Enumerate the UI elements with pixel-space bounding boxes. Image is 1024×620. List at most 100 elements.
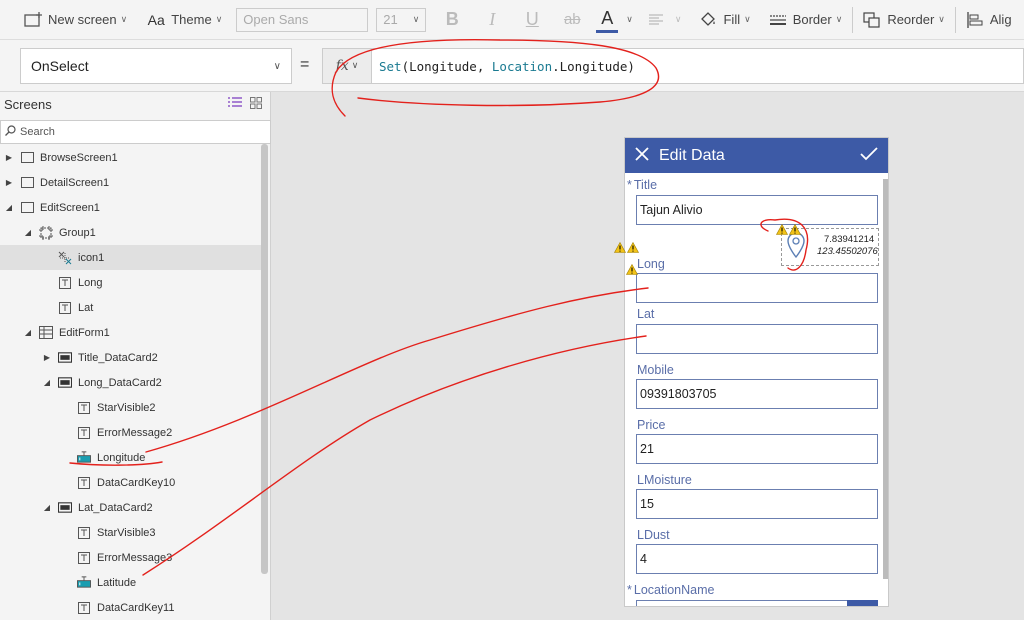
font-color-button[interactable]: A <box>596 7 619 33</box>
tree-item-longitude[interactable]: Longitude <box>0 445 262 470</box>
warning-icon[interactable] <box>627 242 639 253</box>
map-pin-icon[interactable] <box>786 231 806 264</box>
tree-item-lat[interactable]: Lat <box>0 295 262 320</box>
card-icon <box>58 377 72 389</box>
collapse-arrow-icon[interactable]: ◢ <box>23 328 33 337</box>
tree-item-latitude[interactable]: Latitude <box>0 570 262 595</box>
field-label-mobile: Mobile <box>637 363 674 377</box>
field-input-price[interactable]: 21 <box>636 434 878 464</box>
tree-item-editscreen1[interactable]: ◢ EditScreen1 <box>0 195 262 220</box>
latitude-readout: 123.45502076 <box>817 246 878 257</box>
tree-item-title-datacard2[interactable]: ▶ Title_DataCard2 <box>0 345 262 370</box>
tree-item-starvisible2[interactable]: StarVisible2 <box>0 395 262 420</box>
label-icon <box>77 401 91 414</box>
collapse-arrow-icon[interactable]: ◢ <box>4 203 14 212</box>
field-label-long: Long <box>637 257 665 271</box>
textinput-icon <box>77 576 91 589</box>
field-input-locationname[interactable] <box>636 600 878 606</box>
app-header-title: Edit Data <box>659 146 725 164</box>
fx-button[interactable]: fx ∨ <box>322 48 372 84</box>
field-input-title[interactable]: Tajun Alivio <box>636 195 878 225</box>
field-input-long[interactable] <box>636 273 878 303</box>
font-size-select[interactable]: 21 ∨ <box>376 7 427 32</box>
border-button[interactable]: Border ∨ <box>763 0 849 40</box>
tree-item-lat-datacard2[interactable]: ◢ Lat_DataCard2 <box>0 495 262 520</box>
tree-item-label: Long <box>78 276 103 289</box>
field-input-mobile[interactable]: 09391803705 <box>636 379 878 409</box>
field-label-text: Price <box>637 418 666 432</box>
font-family-value: Open Sans <box>243 12 309 27</box>
bold-button[interactable]: B <box>432 9 472 30</box>
tree-item-label: EditScreen1 <box>40 201 100 214</box>
tree-item-errormessage3[interactable]: ErrorMessage3 <box>0 545 262 570</box>
warning-icon[interactable] <box>614 242 626 253</box>
theme-button[interactable]: Aa Theme ∨ <box>141 0 228 40</box>
field-value: Tajun Alivio <box>640 203 703 217</box>
strikethrough-button[interactable]: ab <box>552 11 592 28</box>
tree-item-group1[interactable]: ◢ Group1 <box>0 220 262 245</box>
field-label-text: LMoisture <box>637 473 692 487</box>
tree-item-label: StarVisible3 <box>97 526 156 539</box>
tree-item-starvisible3[interactable]: StarVisible3 <box>0 520 262 545</box>
form-icon <box>39 326 53 339</box>
tree-item-long-datacard2[interactable]: ◢ Long_DataCard2 <box>0 370 262 395</box>
expand-arrow-icon[interactable]: ▶ <box>4 153 14 162</box>
form-scrollbar[interactable] <box>883 179 888 579</box>
tree-item-icon1[interactable]: icon1 <box>0 245 262 270</box>
tree-scrollbar[interactable] <box>261 144 268 574</box>
tree-item-long[interactable]: Long <box>0 270 262 295</box>
chevron-down-icon: ∨ <box>273 60 281 72</box>
new-screen-button[interactable]: New screen ∨ <box>18 0 133 40</box>
theme-icon: Aa <box>147 11 165 28</box>
tree-item-browsescreen1[interactable]: ▶ BrowseScreen1 <box>0 145 262 170</box>
chevron-down-icon[interactable]: ∨ <box>626 14 633 25</box>
property-value: OnSelect <box>31 58 89 74</box>
control-tree: ▶ BrowseScreen1 ▶ DetailScreen1 ◢ EditScreen1… <box>0 145 262 620</box>
underline-button[interactable]: U <box>512 9 552 30</box>
tree-item-label: Group1 <box>59 226 96 239</box>
warning-icon[interactable] <box>776 224 788 235</box>
italic-button[interactable]: I <box>472 9 512 30</box>
list-view-icon[interactable] <box>228 96 242 112</box>
tree-search-input[interactable]: Search <box>0 120 271 144</box>
location-dropdown-button[interactable] <box>847 600 878 606</box>
field-input-lat[interactable] <box>636 324 878 354</box>
property-dropdown[interactable]: OnSelect ∨ <box>20 48 292 84</box>
collapse-arrow-icon[interactable]: ◢ <box>23 228 33 237</box>
toolbar-divider <box>954 6 956 33</box>
field-input-lmoisture[interactable]: 15 <box>636 489 878 519</box>
tree-item-label: Latitude <box>97 576 137 589</box>
checkmark-icon[interactable] <box>860 147 878 164</box>
collapse-arrow-icon[interactable]: ◢ <box>42 503 52 512</box>
tree-item-detailscreen1[interactable]: ▶ DetailScreen1 <box>0 170 262 195</box>
tree-item-label: Lat <box>78 301 94 314</box>
tree-item-editform1[interactable]: ◢ EditForm1 <box>0 320 262 345</box>
search-icon <box>5 125 16 139</box>
align-button[interactable]: Alig <box>960 0 1018 40</box>
field-label-title: * Title <box>627 178 657 192</box>
fill-button[interactable]: Fill ∨ <box>693 0 756 40</box>
tree-item-datacardkey11[interactable]: DataCardKey11 <box>0 595 262 620</box>
required-marker: * <box>627 178 632 192</box>
app-header: Edit Data <box>625 138 888 173</box>
expand-arrow-icon[interactable]: ▶ <box>42 353 52 362</box>
tree-item-datacardkey10[interactable]: DataCardKey10 <box>0 470 262 495</box>
field-input-ldust[interactable]: 4 <box>636 544 878 574</box>
warning-icon[interactable] <box>626 264 638 275</box>
reorder-label: Reorder <box>887 12 935 27</box>
close-icon[interactable] <box>635 147 649 164</box>
align-text-button[interactable]: ∨ <box>641 0 688 40</box>
warning-icon[interactable] <box>789 224 801 235</box>
expand-arrow-icon[interactable]: ▶ <box>4 178 14 187</box>
label-icon <box>58 301 72 314</box>
reorder-button[interactable]: Reorder ∨ <box>857 0 951 40</box>
font-family-select[interactable]: Open Sans <box>236 7 369 32</box>
tree-item-label: icon1 <box>78 251 105 264</box>
thumbnail-view-icon[interactable] <box>250 96 262 112</box>
tree-item-errormessage2[interactable]: ErrorMessage2 <box>0 420 262 445</box>
formula-input[interactable]: Set (Longitude, Location .Longitude) <box>372 48 1024 84</box>
collapse-arrow-icon[interactable]: ◢ <box>42 378 52 387</box>
chevron-down-icon: ∨ <box>351 61 359 71</box>
field-value: 09391803705 <box>640 387 717 401</box>
longitude-readout: 7.83941214 <box>824 234 875 245</box>
